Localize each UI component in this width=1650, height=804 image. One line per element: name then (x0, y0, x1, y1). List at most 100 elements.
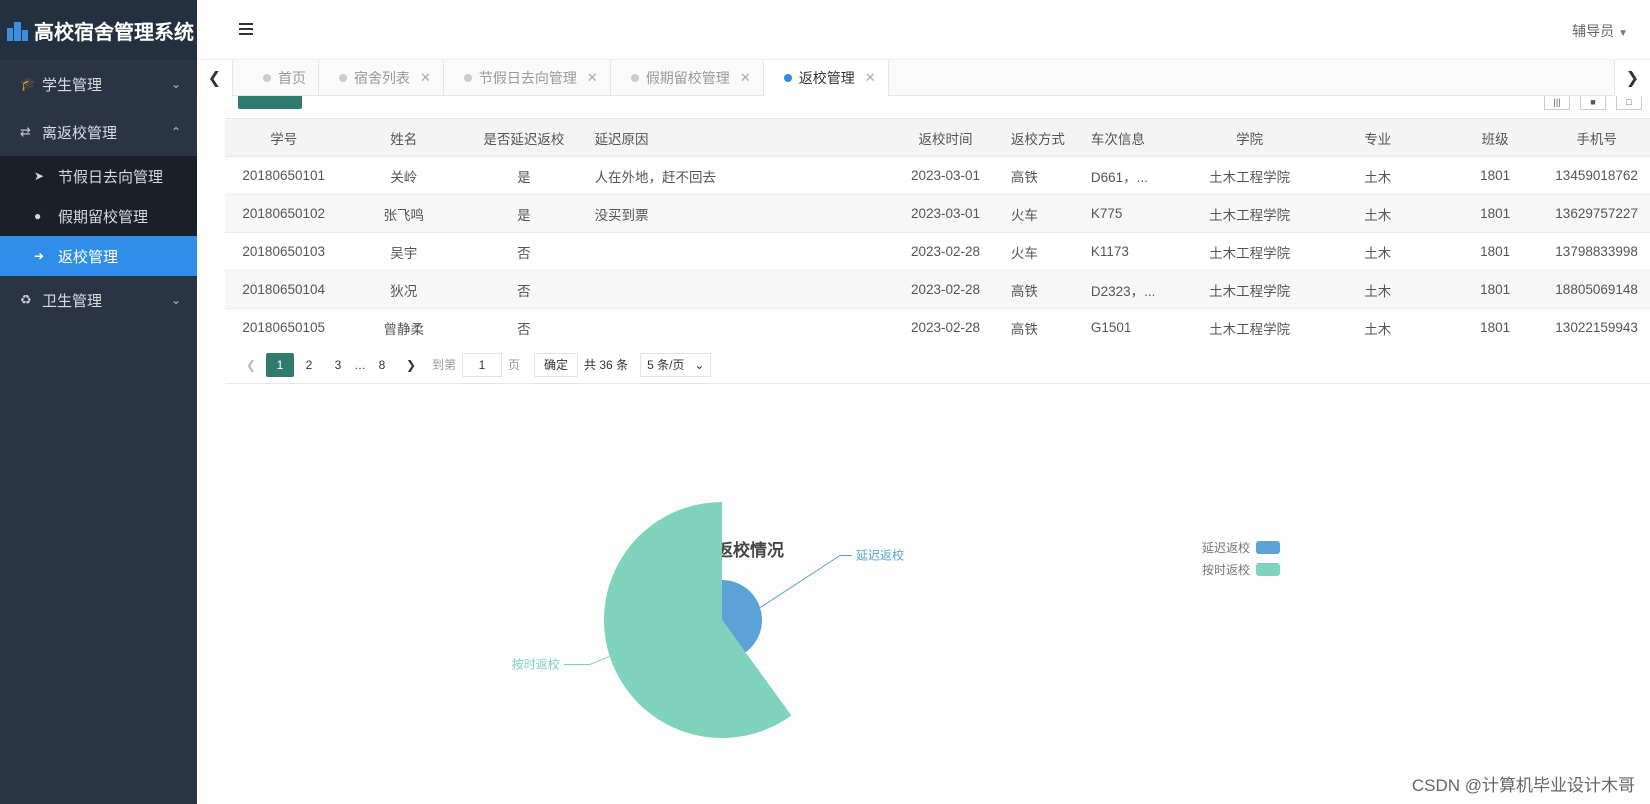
sidebar-group-hygiene[interactable]: ♻ 卫生管理 ⌄ (0, 276, 197, 324)
page-3[interactable]: 3 (324, 353, 352, 377)
tab-label: 节假日去向管理 (478, 70, 577, 86)
building-icon (7, 22, 28, 41)
exchange-icon: ⇄ (20, 124, 31, 139)
cell-train-info: K1173 (1078, 232, 1191, 271)
table-toolbar: ||| ■ □ (212, 96, 1650, 118)
prev-page-icon[interactable]: ❮ (237, 353, 265, 377)
cell-return-date: 2023-02-28 (892, 232, 999, 271)
sidebar-group-leave-return[interactable]: ⇄ 离返校管理 ⌃ (0, 108, 197, 156)
tab-dot (463, 74, 472, 82)
page-last[interactable]: 8 (368, 353, 396, 377)
tab-holiday-stay[interactable]: 假期留校管理 ✕ (611, 60, 764, 96)
tab-dorm-list[interactable]: 宿舍列表 ✕ (319, 60, 444, 96)
slice-label: 按时返校 (512, 656, 560, 671)
chevron-up-icon: ⌃ (170, 125, 181, 139)
cell-delayed: 否 (465, 270, 583, 309)
table-row[interactable]: 20180650102 张飞鸣 是 没买到票 2023-03-01 火车 K77… (225, 194, 1650, 233)
watermark: CSDN @计算机毕业设计木哥 (1411, 776, 1635, 795)
tab-label: 首页 (278, 70, 306, 86)
sign-in-icon: ➜ (34, 249, 45, 263)
app-root: 高校宿舍管理系统 🎓 学生管理 ⌄ ⇄ 离返校管理 ⌃ ➤ 节假日去向管理 ● … (0, 0, 1650, 804)
page-2[interactable]: 2 (295, 353, 323, 377)
close-icon[interactable]: ✕ (420, 70, 431, 86)
page-size-value: 5 条/页 (647, 358, 685, 372)
tab-dot (263, 74, 271, 82)
pie-chart: 延迟返校按时返校 (512, 502, 904, 738)
cell-name: 狄况 (342, 270, 466, 309)
cell-return-date: 2023-03-01 (892, 156, 999, 195)
column-header: 手机号 (1543, 118, 1650, 157)
column-header: 返校时间 (892, 118, 999, 157)
tab-return-school[interactable]: 返校管理 ✕ (763, 60, 889, 96)
cell-delay-reason (582, 270, 893, 309)
sidebar-submenu: ➤ 节假日去向管理 ● 假期留校管理 ➜ 返校管理 (0, 156, 197, 276)
cell-class: 1801 (1447, 194, 1544, 233)
cell-class: 1801 (1447, 232, 1544, 271)
cell-train-info: K775 (1078, 194, 1191, 233)
export-button[interactable] (238, 96, 302, 109)
column-header: 学号 (225, 118, 343, 157)
tab-holiday-destination[interactable]: 节假日去向管理 ✕ (444, 60, 611, 96)
tab-home[interactable]: 首页 (243, 60, 319, 96)
cell-transport: 火车 (998, 232, 1079, 271)
table-row[interactable]: 20180650105 曾静柔 否 2023-02-28 高铁 G1501 土木… (225, 308, 1650, 347)
print-icon[interactable]: □ (1616, 96, 1642, 110)
sidebar-group-students[interactable]: 🎓 学生管理 ⌄ (0, 60, 197, 108)
page-unit-label: 页 (508, 358, 521, 372)
recycle-icon: ♻ (20, 292, 32, 307)
cell-name: 曾静柔 (342, 308, 466, 347)
cell-return-date: 2023-02-28 (892, 308, 999, 347)
cell-student-id: 20180650104 (225, 270, 343, 309)
sign-out-icon: ➤ (34, 169, 45, 183)
tab-list: 首页 宿舍列表 ✕ 节假日去向管理 ✕ 假期留校管理 ✕ 返校管理 ✕ (233, 60, 889, 96)
toolbar-icons: ||| ■ □ (1544, 96, 1642, 110)
column-header: 专业 (1308, 118, 1448, 157)
export-file-icon[interactable]: ■ (1580, 96, 1606, 110)
page-1[interactable]: 1 (266, 352, 294, 377)
goto-confirm-button[interactable]: 确定 (534, 352, 579, 377)
sidebar-item-return-school[interactable]: ➜ 返校管理 (0, 236, 197, 276)
sidebar-item-holiday-destination[interactable]: ➤ 节假日去向管理 (0, 156, 197, 196)
chevron-down-icon: ⌄ (694, 357, 705, 372)
column-header: 班级 (1447, 118, 1544, 157)
goto-page-input[interactable]: 1 (462, 352, 503, 377)
next-page-icon[interactable]: ❯ (397, 353, 425, 377)
tabs-scroll-left-icon[interactable]: ❮ (197, 60, 233, 96)
cell-student-id: 20180650103 (225, 232, 343, 271)
tabs-bar: ❮ 首页 宿舍列表 ✕ 节假日去向管理 ✕ 假期留校管理 ✕ 返校管理 ✕ ❯ (197, 60, 1650, 96)
cell-delay-reason (582, 232, 893, 271)
cell-name: 张飞鸣 (342, 194, 466, 233)
table-row[interactable]: 20180650104 狄况 否 2023-02-28 高铁 D2323，...… (225, 270, 1650, 309)
close-icon[interactable]: ✕ (865, 70, 876, 86)
return-school-table: 学号 姓名 是否延迟返校 延迟原因 返校时间 返校方式 车次信息 学院 专业 班… (225, 118, 1650, 347)
user-menu[interactable]: 辅导员 ▼ (1572, 21, 1628, 41)
tabs-scroll-right-icon[interactable]: ❯ (1614, 60, 1650, 96)
table-header-row: 学号 姓名 是否延迟返校 延迟原因 返校时间 返校方式 车次信息 学院 专业 班… (225, 118, 1650, 157)
cell-student-id: 20180650105 (225, 308, 343, 347)
cell-major: 土木 (1308, 194, 1448, 233)
sidebar-item-holiday-stay[interactable]: ● 假期留校管理 (0, 196, 197, 236)
column-header: 是否延迟返校 (465, 118, 583, 157)
cell-return-date: 2023-02-28 (892, 270, 999, 309)
cell-class: 1801 (1447, 270, 1544, 309)
cell-phone: 13022159943 (1543, 308, 1650, 347)
cell-transport: 高铁 (998, 156, 1079, 195)
chevron-down-icon: ⌄ (170, 293, 181, 307)
cell-delayed: 否 (465, 308, 583, 347)
cell-transport: 火车 (998, 194, 1079, 233)
chevron-down-icon: ⌄ (170, 77, 181, 91)
close-icon[interactable]: ✕ (740, 70, 751, 86)
graduation-cap-icon: 🎓 (20, 76, 37, 91)
page-size-select[interactable]: 5 条/页 ⌄ (640, 352, 712, 377)
table-row[interactable]: 20180650103 吴宇 否 2023-02-28 火车 K1173 土木工… (225, 232, 1650, 271)
cell-phone: 13798833998 (1543, 232, 1650, 271)
label-leader-line (563, 655, 610, 665)
close-icon[interactable]: ✕ (587, 70, 598, 86)
cell-return-date: 2023-03-01 (892, 194, 999, 233)
pie-slice[interactable] (604, 502, 792, 738)
tab-dot (783, 74, 792, 82)
columns-icon[interactable]: ||| (1544, 96, 1570, 110)
menu-toggle-icon[interactable] (239, 23, 253, 35)
table-row[interactable]: 20180650101 关岭 是 人在外地，赶不回去 2023-03-01 高铁… (225, 156, 1650, 195)
sidebar-group-label: 卫生管理 (42, 292, 103, 310)
